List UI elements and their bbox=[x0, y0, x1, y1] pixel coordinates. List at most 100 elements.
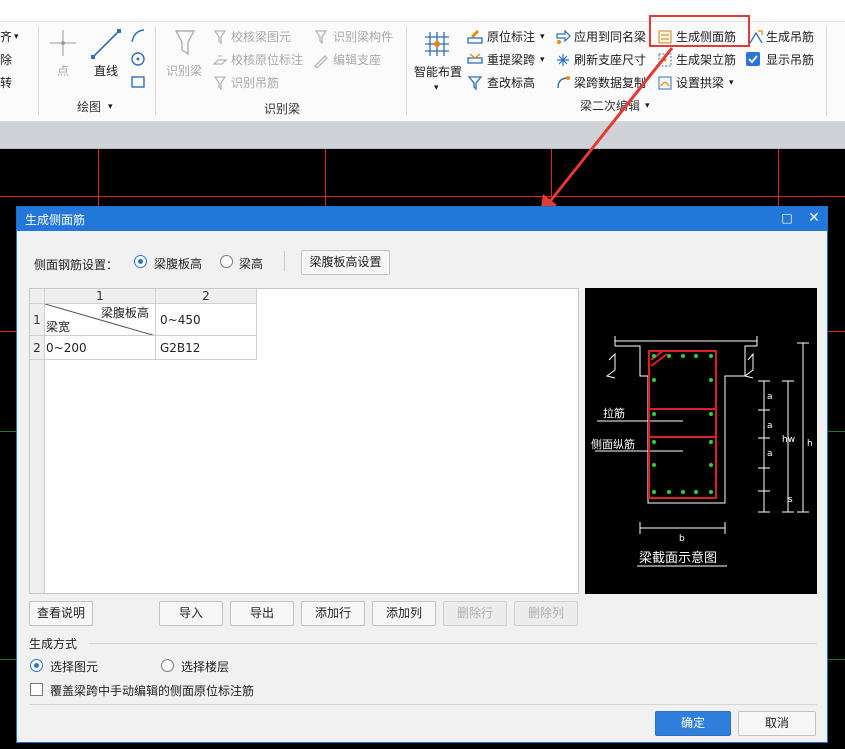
divider bbox=[284, 251, 285, 271]
generate-hanger-button[interactable]: 生成吊筋 bbox=[766, 29, 814, 45]
dim-a-label: a bbox=[767, 421, 773, 431]
identify-hanger-button[interactable]: 识别吊筋 bbox=[231, 75, 279, 91]
beam-height-radio-label[interactable]: 梁高 bbox=[239, 255, 263, 272]
col-number: 2 bbox=[156, 289, 257, 304]
cad-grid-line bbox=[551, 149, 552, 206]
section-divider bbox=[89, 643, 817, 644]
generate-side-rebar-icon bbox=[658, 30, 672, 44]
close-icon[interactable]: ✕ bbox=[806, 210, 822, 226]
delete-row-button[interactable]: 删除行 bbox=[443, 601, 507, 626]
align-menu-item[interactable]: 齐 bbox=[0, 29, 12, 45]
table-cell[interactable]: 0~200 bbox=[45, 336, 156, 360]
refresh-support-icon bbox=[557, 54, 569, 66]
edit-support-icon bbox=[314, 55, 328, 68]
identify-beam-icon bbox=[174, 30, 196, 56]
web-height-setting-button[interactable]: 梁腹板高设置 bbox=[301, 250, 390, 275]
show-hanger-label[interactable]: 显示吊筋 bbox=[766, 52, 814, 68]
override-manual-edit-checkbox[interactable] bbox=[30, 683, 43, 696]
check-modify-elevation-icon bbox=[467, 76, 483, 91]
chevron-down-icon: ▾ bbox=[14, 32, 19, 42]
point-tool-button[interactable]: 点 bbox=[57, 63, 69, 79]
dim-hw-label: hw bbox=[782, 435, 795, 445]
identify-beam-member-icon bbox=[314, 30, 328, 45]
reextract-span-icon bbox=[467, 53, 483, 64]
edit-support-button[interactable]: 编辑支座 bbox=[333, 52, 381, 68]
chevron-down-icon: ▾ bbox=[434, 83, 439, 93]
tie-bar-label: 拉筋 bbox=[603, 406, 625, 420]
chevron-down-icon: ▾ bbox=[540, 32, 545, 42]
circle-icon[interactable] bbox=[130, 51, 146, 67]
check-modify-elevation-button[interactable]: 查改标高 bbox=[487, 75, 535, 91]
point-icon bbox=[50, 30, 76, 56]
cad-grid-line bbox=[98, 149, 99, 206]
override-manual-edit-label[interactable]: 覆盖梁跨中手动编辑的侧面原位标注筋 bbox=[50, 682, 254, 699]
in-situ-label-button[interactable]: 原位标注 bbox=[487, 29, 535, 45]
select-element-label[interactable]: 选择图元 bbox=[50, 658, 98, 675]
arc-icon[interactable] bbox=[130, 28, 146, 44]
cad-axis-line bbox=[828, 659, 845, 660]
rectangle-icon[interactable] bbox=[130, 74, 146, 90]
delete-menu-item[interactable]: 除 bbox=[0, 52, 12, 68]
smart-layout-button[interactable]: 智能布置 bbox=[414, 64, 462, 80]
dim-h-label: h bbox=[807, 439, 813, 449]
cad-axis-line bbox=[828, 431, 845, 432]
apply-same-name-button[interactable]: 应用到同名梁 bbox=[574, 29, 646, 45]
rebar-spec: G2B12 bbox=[160, 341, 201, 355]
web-height-radio-label[interactable]: 梁腹板高 bbox=[154, 255, 202, 272]
cad-grid-line bbox=[0, 196, 845, 197]
reextract-span-button[interactable]: 重提梁跨 bbox=[487, 52, 535, 68]
copy-span-data-button[interactable]: 梁跨数据复制 bbox=[574, 75, 646, 91]
line-icon bbox=[91, 29, 121, 59]
web-height-radio[interactable] bbox=[134, 255, 147, 268]
check-in-situ-label-button[interactable]: 校核原位标注 bbox=[231, 52, 303, 68]
maximize-icon[interactable]: □ bbox=[779, 210, 795, 226]
generate-side-rebar-button[interactable]: 生成侧面筋 bbox=[676, 29, 736, 45]
add-column-button[interactable]: 添加列 bbox=[372, 601, 436, 626]
generate-erection-rebar-icon bbox=[658, 53, 672, 67]
show-hanger-checkbox[interactable] bbox=[746, 52, 760, 66]
beam-section-preview: 拉筋 侧面纵筋 a a a s hw h b 梁截面示意图 bbox=[585, 288, 817, 594]
rotate-menu-item[interactable]: 转 bbox=[0, 75, 12, 91]
diagonal-header-cell: 梁腹板高 梁宽 bbox=[45, 304, 156, 336]
web-height-range: 0~450 bbox=[160, 313, 201, 327]
side-rebar-setting-label: 侧面钢筋设置： bbox=[34, 258, 119, 272]
cad-grid-line bbox=[828, 331, 845, 332]
beam-width-range: 0~200 bbox=[46, 341, 87, 355]
row-header-strip bbox=[30, 360, 45, 593]
select-floor-radio[interactable] bbox=[161, 659, 174, 672]
row-number: 2 bbox=[30, 336, 45, 360]
apply-same-name-icon bbox=[556, 29, 571, 44]
col-number: 1 bbox=[45, 289, 156, 304]
select-element-radio[interactable] bbox=[30, 659, 43, 672]
cad-axis-line bbox=[0, 659, 16, 660]
view-help-button[interactable]: 查看说明 bbox=[29, 601, 93, 626]
cancel-button[interactable]: 取消 bbox=[738, 711, 816, 736]
side-long-bar-label: 侧面纵筋 bbox=[591, 437, 635, 451]
select-floor-label[interactable]: 选择楼层 bbox=[181, 658, 229, 675]
generate-hanger-icon bbox=[749, 30, 763, 44]
line-tool-button[interactable]: 直线 bbox=[94, 63, 118, 79]
refresh-support-size-button[interactable]: 刷新支座尺寸 bbox=[574, 52, 646, 68]
group-divider bbox=[155, 26, 156, 116]
secondary-edit-group-label[interactable]: 梁二次编辑 bbox=[580, 98, 640, 114]
identify-beam-button[interactable]: 识别梁 bbox=[166, 63, 202, 79]
check-beam-element-button[interactable]: 校核梁图元 bbox=[231, 29, 291, 45]
dialog-titlebar[interactable]: 生成侧面筋 □ ✕ bbox=[17, 207, 827, 231]
rebar-table[interactable]: 1 2 1 梁腹板高 梁宽 0~450 2 0~200 G2B12 bbox=[29, 288, 579, 594]
chevron-down-icon: ▾ bbox=[108, 102, 113, 112]
table-cell[interactable]: G2B12 bbox=[156, 336, 257, 360]
identify-beam-member-button[interactable]: 识别梁构件 bbox=[333, 29, 393, 45]
row-number: 1 bbox=[30, 304, 45, 336]
identify-hanger-icon bbox=[213, 76, 227, 91]
add-row-button[interactable]: 添加行 bbox=[301, 601, 365, 626]
table-cell[interactable]: 0~450 bbox=[156, 304, 257, 336]
delete-column-button[interactable]: 删除列 bbox=[514, 601, 578, 626]
set-arch-beam-button[interactable]: 设置拱梁 bbox=[676, 75, 724, 91]
export-button[interactable]: 导出 bbox=[230, 601, 294, 626]
ok-button[interactable]: 确定 bbox=[655, 711, 731, 736]
import-button[interactable]: 导入 bbox=[159, 601, 223, 626]
draw-group-label[interactable]: 绘图 bbox=[77, 99, 101, 115]
beam-height-radio[interactable] bbox=[220, 255, 233, 268]
generate-erection-rebar-button[interactable]: 生成架立筋 bbox=[676, 52, 736, 68]
check-beam-element-icon bbox=[213, 30, 227, 45]
